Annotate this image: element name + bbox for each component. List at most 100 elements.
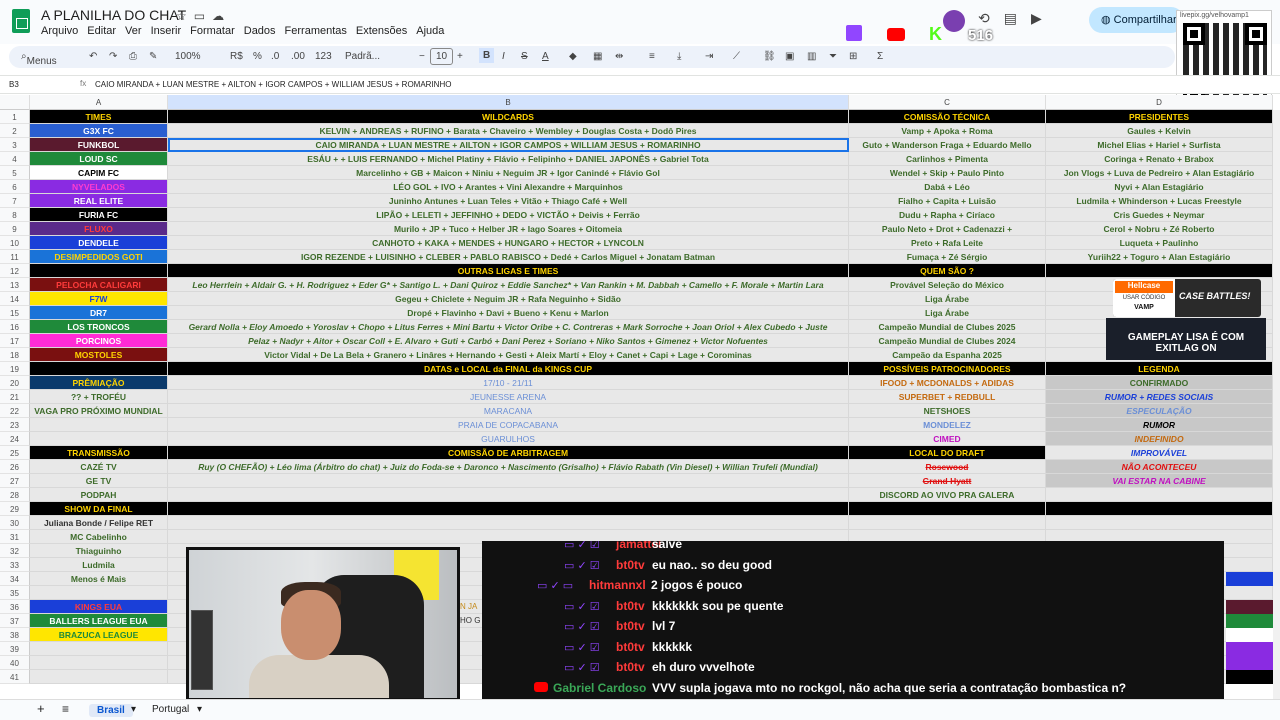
cell-c[interactable]: Grand Hyatt [849,474,1046,488]
cell-b[interactable]: PRAIA DE COPACABANA [168,418,849,432]
vertical-scrollbar[interactable] [1273,110,1280,699]
decimal-increase-button[interactable]: .00 [291,51,305,62]
row-number[interactable]: 27 [0,474,30,488]
menu-arquivo[interactable]: Arquivo [41,25,78,37]
cell-a[interactable]: Ludmila [30,558,168,572]
cell-a[interactable]: SHOW DA FINAL [30,502,168,516]
decimal-decrease-button[interactable]: .0 [271,51,279,62]
font-size-increase[interactable]: + [457,51,463,62]
tab-brasil[interactable]: Brasil [89,704,133,717]
percent-button[interactable]: % [253,51,262,62]
row-number[interactable]: 9 [0,222,30,236]
column-header-d[interactable]: D [1046,95,1273,110]
cell-d[interactable]: PRESIDENTES [1046,110,1273,124]
cell-c[interactable]: QUEM SÃO ? [849,264,1046,278]
row-number[interactable]: 40 [0,656,30,670]
cell-d[interactable]: Luqueta + Paulinho [1046,236,1273,250]
cell-a[interactable]: Menos é Mais [30,572,168,586]
cell-d[interactable] [1046,488,1273,502]
cell-a[interactable]: CAPIM FC [30,166,168,180]
cell-a[interactable]: DENDELE [30,236,168,250]
cell-c[interactable]: COMISSÃO TÉCNICA [849,110,1046,124]
cell-b[interactable]: OUTRAS LIGAS E TIMES [168,264,849,278]
valign-icon[interactable]: ⤓ [677,51,681,62]
menu-extenses[interactable]: Extensões [356,25,407,37]
cell-b[interactable]: LÉO GOL + IVO + Arantes + Vini Alexandre… [168,180,849,194]
font-size-input[interactable]: 10 [430,48,454,65]
history-icon[interactable]: ⟲ [978,10,1004,26]
cell-c[interactable]: CIMED [849,432,1046,446]
menu-editar[interactable]: Editar [87,25,116,37]
comment-add-icon[interactable]: ▣ [785,51,794,62]
cell-d[interactable]: VAI ESTAR NA CABINE [1046,474,1273,488]
row-number[interactable]: 28 [0,488,30,502]
tab-portugal-dropdown-icon[interactable]: ▾ [197,704,202,715]
share-button[interactable]: ◍ Compartilhar [1089,7,1184,33]
cell-c[interactable]: Preto + Rafa Leite [849,236,1046,250]
menu-ver[interactable]: Ver [125,25,142,37]
cell-a[interactable]: DR7 [30,306,168,320]
print-icon[interactable]: ⎙ [129,51,137,62]
cell-b[interactable]: Pelaz + Nadyr + Aitor + Oscar Coll + E. … [168,334,849,348]
formula-input[interactable]: CAIO MIRANDA + LUAN MESTRE + AILTON + IG… [95,80,451,89]
currency-button[interactable]: R$ [230,51,243,62]
font-select[interactable]: Padrã... [345,51,380,62]
cell-c[interactable]: Fumaça + Zé Sérgio [849,250,1046,264]
cell-b[interactable]: GUARULHOS [168,432,849,446]
tab-brasil-dropdown-icon[interactable]: ▾ [131,704,136,715]
borders-icon[interactable]: ▦ [593,51,602,62]
row-number[interactable]: 3 [0,138,30,152]
cell-d[interactable]: Ludmila + Whinderson + Lucas Freestyle [1046,194,1273,208]
cell-b[interactable]: COMISSÃO DE ARBITRAGEM [168,446,849,460]
cell-c[interactable]: Vamp + Apoka + Roma [849,124,1046,138]
menu-ferramentas[interactable]: Ferramentas [285,25,347,37]
bold-button[interactable]: B [479,48,495,63]
cell-b[interactable]: Gegeu + Chiclete + Neguim JR + Rafa Negu… [168,292,849,306]
font-size-decrease[interactable]: − [419,51,425,62]
menu-dados[interactable]: Dados [244,25,276,37]
cell-d[interactable]: Gaules + Kelvin [1046,124,1273,138]
cell-d[interactable]: CONFIRMADO [1046,376,1273,390]
cell-c[interactable]: DISCORD AO VIVO PRA GALERA [849,488,1046,502]
document-title[interactable]: A PLANILHA DO CHAT [41,7,186,23]
italic-button[interactable]: I [502,51,505,62]
cell-b[interactable]: LIPÃO + LELETI + JEFFINHO + DEDO + VICTÃ… [168,208,849,222]
comment-icon[interactable]: ▤ [1004,10,1031,26]
cell-a[interactable] [30,586,168,600]
row-number[interactable]: 1 [0,110,30,124]
undo-icon[interactable]: ↶ [89,51,97,62]
meet-icon[interactable]: ▶ [1031,10,1056,26]
cell-b[interactable]: CANHOTO + KAKA + MENDES + HUNGARO + HECT… [168,236,849,250]
cell-b[interactable]: JEUNESSE ARENA [168,390,849,404]
cell-a[interactable]: VAGA PRO PRÓXIMO MUNDIAL [30,404,168,418]
row-number[interactable]: 5 [0,166,30,180]
cell-a[interactable]: MOSTOLES [30,348,168,362]
cell-c[interactable]: Campeão da Espanha 2025 [849,348,1046,362]
cell-b[interactable] [168,502,849,516]
cell-a[interactable]: ?? + TROFÉU [30,390,168,404]
cell-d[interactable]: RUMOR [1046,418,1273,432]
cell-d[interactable]: Michel Elias + Hariel + Surfista [1046,138,1273,152]
star-icon[interactable]: ☆ [176,9,194,23]
cell-c[interactable]: Guto + Wanderson Fraga + Eduardo Mello [849,138,1046,152]
cell-a[interactable]: FUNKBOL [30,138,168,152]
menu-formatar[interactable]: Formatar [190,25,235,37]
row-number[interactable]: 4 [0,152,30,166]
cell-b[interactable]: WILDCARDS [168,110,849,124]
cell-c[interactable]: Campeão Mundial de Clubes 2024 [849,334,1046,348]
cell-a[interactable]: CAZÉ TV [30,460,168,474]
column-header-b[interactable]: B [168,95,849,110]
cell-b[interactable] [168,474,849,488]
cell-c[interactable]: LOCAL DO DRAFT [849,446,1046,460]
row-number[interactable]: 25 [0,446,30,460]
cell-b[interactable]: Dropé + Flavinho + Davi + Bueno + Kenu +… [168,306,849,320]
cell-c[interactable]: Wendel + Skip + Paulo Pinto [849,166,1046,180]
cell-a[interactable] [30,432,168,446]
tab-portugal[interactable]: Portugal [152,704,189,715]
link-icon[interactable]: ⛓ [763,51,776,62]
menu-inserir[interactable]: Inserir [151,25,182,37]
cell-b[interactable] [168,488,849,502]
cell-a[interactable]: LOS TRONCOS [30,320,168,334]
cell-b[interactable]: Marcelinho + GB + Maicon + Niniu + Negui… [168,166,849,180]
row-number[interactable]: 29 [0,502,30,516]
